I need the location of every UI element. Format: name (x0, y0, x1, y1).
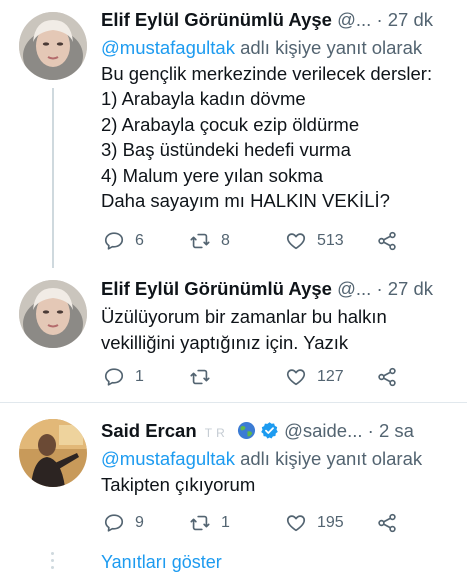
like-icon (286, 369, 306, 386)
tweet-actions: 6 8 513 (101, 228, 457, 254)
retweet-icon (190, 369, 210, 385)
reply-count: 1 (135, 368, 144, 385)
reply-icon (104, 514, 124, 532)
mention-link[interactable]: @mustafagultak (101, 37, 235, 58)
tweet-header: Elif Eylül Görünümlü Ayşe @... · 27 dk (101, 9, 459, 33)
verified-badge-icon (261, 422, 278, 439)
tweet-text-line: 4) Malum yere yılan sokma (101, 164, 324, 186)
tweet-header: Elif Eylül Görünümlü Ayşe @... · 27 dk (101, 278, 459, 302)
tweet-actions: 1 127 (101, 364, 457, 390)
like-button[interactable]: 195 (285, 510, 344, 536)
like-icon (286, 515, 306, 532)
separator-dot: · (376, 278, 383, 299)
timestamp[interactable]: 27 dk (388, 278, 433, 299)
share-icon (378, 513, 396, 533)
tweet-2[interactable]: Elif Eylül Görünümlü Ayşe @... · 27 dk Ü… (0, 270, 467, 400)
share-icon (378, 231, 396, 251)
retweet-icon (190, 515, 210, 531)
more-replies-dots (51, 552, 55, 573)
like-icon (286, 233, 306, 250)
share-icon (378, 367, 396, 387)
avatar-elif[interactable] (19, 12, 87, 80)
like-button[interactable]: 127 (285, 364, 344, 390)
retweet-button[interactable] (189, 364, 221, 390)
retweet-icon (190, 233, 210, 249)
like-button[interactable]: 513 (285, 228, 344, 254)
tweet-text-line: Daha sayayım mı HALKIN VEKİLİ? (101, 190, 390, 211)
display-name[interactable]: Elif Eylül Görünümlü Ayşe (101, 9, 332, 30)
thread-line (52, 88, 54, 268)
share-button[interactable] (376, 510, 398, 536)
avatar-said[interactable] (19, 419, 87, 487)
reply-context-label: adlı kişiye yanıt olarak (234, 448, 423, 469)
reply-context: @mustafagultak adlı kişiye yanıt olarak (101, 446, 457, 472)
globe-icon (237, 421, 255, 440)
reply-button[interactable]: 6 (103, 228, 144, 254)
reply-button[interactable]: 1 (103, 364, 144, 390)
tweet-actions: 9 1 195 (101, 510, 457, 536)
reply-icon (104, 232, 124, 250)
tweet-text-line: Takipten çıkıyorum (101, 473, 256, 495)
tweet-text-line: 3) Baş üstündeki hedefi vurma (101, 139, 351, 160)
retweet-button[interactable]: 1 (189, 510, 230, 536)
reply-context: @mustafagultak adlı kişiye yanıt olarak (101, 35, 457, 61)
display-name[interactable]: Said Ercan (101, 420, 197, 441)
retweet-count: 8 (221, 232, 230, 249)
tweet-header: Said Ercan TR @saide... · 2 sa (101, 420, 459, 444)
like-count: 195 (317, 514, 344, 531)
tweet-body: Üzülüyorum bir zamanlar bu halkın vekill… (101, 304, 457, 355)
handle[interactable]: @saide... (284, 420, 362, 441)
show-replies-link[interactable]: Yanıtları göster (101, 552, 222, 573)
avatar-elif[interactable] (19, 280, 87, 348)
tweet-text-line: Bu gençlik merkezinde verilecek dersler: (101, 62, 433, 84)
timestamp[interactable]: 27 dk (388, 9, 433, 30)
share-button[interactable] (376, 228, 398, 254)
share-button[interactable] (376, 364, 398, 390)
tweet-text-line: Üzülüyorum bir zamanlar bu halkın (101, 306, 387, 327)
reply-count: 6 (135, 232, 144, 249)
tweet-text-line: vekilliğini yaptığınız için. Yazık (101, 331, 349, 353)
tweet-1[interactable]: Elif Eylül Görünümlü Ayşe @... · 27 dk @… (0, 0, 467, 270)
flag-letters: TR (204, 426, 229, 440)
reply-context-label: adlı kişiye yanıt olarak (234, 37, 423, 58)
tweet-body: @mustafagultak adlı kişiye yanıt olarak … (101, 35, 457, 214)
reply-icon (104, 368, 124, 386)
like-count: 513 (317, 232, 344, 249)
tweet-3[interactable]: Said Ercan TR @saide... · 2 sa @mustafag… (0, 403, 467, 543)
reply-button[interactable]: 9 (103, 510, 144, 536)
tweet-text-line: 2) Arabayla çocuk ezip öldürme (101, 113, 360, 135)
handle[interactable]: @... (337, 278, 371, 299)
tweet-body: @mustafagultak adlı kişiye yanıt olarak … (101, 446, 457, 497)
retweet-count: 1 (221, 514, 230, 531)
retweet-button[interactable]: 8 (189, 228, 230, 254)
handle[interactable]: @... (337, 9, 371, 30)
separator-dot: · (367, 420, 374, 441)
timestamp[interactable]: 2 sa (379, 420, 414, 441)
display-name[interactable]: Elif Eylül Görünümlü Ayşe (101, 278, 332, 299)
reply-count: 9 (135, 514, 144, 531)
like-count: 127 (317, 368, 344, 385)
mention-link[interactable]: @mustafagultak (101, 448, 235, 469)
separator-dot: · (376, 9, 383, 30)
tweet-text-line: 1) Arabayla kadın dövme (101, 88, 306, 109)
